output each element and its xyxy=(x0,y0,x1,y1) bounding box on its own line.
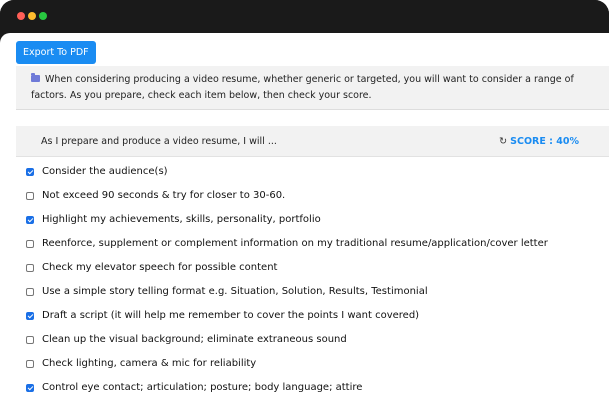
checklist-item-label: Highlight my achievements, skills, perso… xyxy=(42,214,321,225)
minimize-window-button[interactable] xyxy=(28,12,36,20)
checklist-checkbox[interactable] xyxy=(26,360,34,368)
checklist-item[interactable]: Draft a script (it will help me remember… xyxy=(0,305,609,329)
checklist-item[interactable]: Check lighting, camera & mic for reliabi… xyxy=(0,353,609,377)
checklist-checkbox[interactable] xyxy=(26,192,34,200)
refresh-icon[interactable]: ↻ xyxy=(499,126,507,157)
checklist-checkbox[interactable] xyxy=(26,216,34,224)
checklist-item[interactable]: Consider the audience(s) xyxy=(0,161,609,185)
checklist-item-label: Consider the audience(s) xyxy=(42,166,168,177)
checklist-item[interactable]: Clean up the visual background; eliminat… xyxy=(0,329,609,353)
title-bar xyxy=(0,0,609,33)
checklist-prompt: As I prepare and produce a video resume,… xyxy=(41,136,277,147)
app-window: Export To PDF When considering producing… xyxy=(0,0,609,408)
checklist-item-label: Check my elevator speech for possible co… xyxy=(42,262,278,273)
checklist-item-label: Not exceed 90 seconds & try for closer t… xyxy=(42,190,286,201)
checklist-item[interactable]: Check my elevator speech for possible co… xyxy=(0,257,609,281)
score-display[interactable]: ↻ SCORE : 40% xyxy=(499,126,579,157)
checklist: Consider the audience(s) Not exceed 90 se… xyxy=(0,161,609,401)
checklist-item-label: Control eye contact; articulation; postu… xyxy=(42,382,363,393)
checklist-checkbox[interactable] xyxy=(26,168,34,176)
folder-icon xyxy=(31,73,40,82)
checklist-item[interactable]: Use a simple story telling format e.g. S… xyxy=(0,281,609,305)
page-content: Export To PDF When considering producing… xyxy=(0,33,609,408)
checklist-checkbox[interactable] xyxy=(26,240,34,248)
checklist-item[interactable]: Control eye contact; articulation; postu… xyxy=(0,377,609,401)
export-pdf-button[interactable]: Export To PDF xyxy=(16,41,96,64)
maximize-window-button[interactable] xyxy=(39,12,47,20)
intro-panel: When considering producing a video resum… xyxy=(16,66,609,110)
checklist-checkbox[interactable] xyxy=(26,336,34,344)
checklist-header: As I prepare and produce a video resume,… xyxy=(16,126,609,157)
checklist-item-label: Check lighting, camera & mic for reliabi… xyxy=(42,358,257,369)
score-label: SCORE : 40% xyxy=(510,136,579,147)
intro-text: When considering producing a video resum… xyxy=(31,74,574,101)
checklist-item-label: Draft a script (it will help me remember… xyxy=(42,310,420,321)
checklist-item-label: Reenforce, supplement or complement info… xyxy=(42,238,548,249)
checklist-checkbox[interactable] xyxy=(26,264,34,272)
checklist-item[interactable]: Reenforce, supplement or complement info… xyxy=(0,233,609,257)
checklist-checkbox[interactable] xyxy=(26,288,34,296)
checklist-checkbox[interactable] xyxy=(26,384,34,392)
checklist-item-label: Use a simple story telling format e.g. S… xyxy=(42,286,428,297)
checklist-item-label: Clean up the visual background; eliminat… xyxy=(42,334,347,345)
checklist-item[interactable]: Highlight my achievements, skills, perso… xyxy=(0,209,609,233)
checklist-checkbox[interactable] xyxy=(26,312,34,320)
checklist-item[interactable]: Not exceed 90 seconds & try for closer t… xyxy=(0,185,609,209)
close-window-button[interactable] xyxy=(17,12,25,20)
